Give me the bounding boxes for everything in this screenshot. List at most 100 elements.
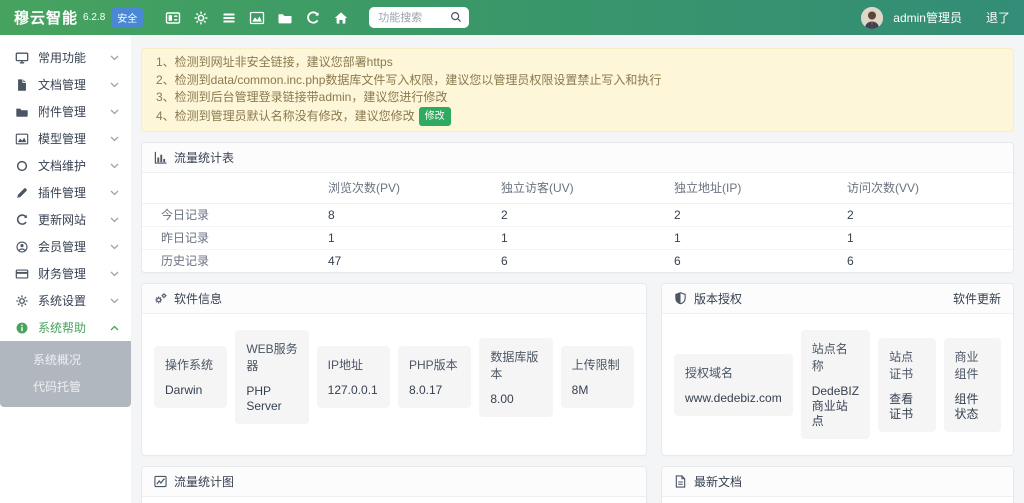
license-boxes: 授权域名 www.dedebiz.com 站点名称 DedeBIZ商业站点 站点… — [662, 314, 1013, 455]
sidebar-item-plugins[interactable]: 插件管理 — [0, 179, 131, 206]
alert-line: 2、检测到data/common.inc.php数据库文件写入权限，建议您以管理… — [156, 72, 999, 90]
license-box-cert: 站点证书 查看证书 — [878, 338, 935, 432]
card-title: 流量统计图 — [174, 473, 234, 490]
logout-button[interactable]: 退了 — [986, 9, 1010, 26]
info-value: 8.00 — [490, 392, 541, 407]
sidebar-item-label: 附件管理 — [38, 103, 110, 120]
info-box-os: 操作系统 Darwin — [154, 346, 227, 408]
info-label: PHP版本 — [409, 356, 460, 373]
cell-value: 47 — [328, 249, 501, 272]
chevron-down-icon — [110, 244, 119, 250]
cell-value: 2 — [674, 203, 847, 226]
sidebar-item-attachments[interactable]: 附件管理 — [0, 98, 131, 125]
sidebar-item-finance[interactable]: 财务管理 — [0, 260, 131, 287]
line-chart-icon — [154, 475, 167, 488]
column-header-pv: 浏览次数(PV) — [328, 173, 501, 203]
info-value: PHP Server — [246, 384, 297, 414]
software-info-header: 软件信息 — [142, 284, 646, 314]
row-label: 昨日记录 — [142, 226, 328, 249]
info-box-upload: 上传限制 8M — [561, 346, 634, 408]
info-label: 数据库版本 — [490, 348, 541, 382]
version-label: 6.2.8 — [83, 12, 105, 23]
component-status-link[interactable]: 组件状态 — [955, 392, 990, 422]
sidebar-item-documents[interactable]: 文档管理 — [0, 71, 131, 98]
sidebar-item-help[interactable]: 系统帮助 — [0, 314, 131, 341]
sidebar-item-label: 模型管理 — [38, 130, 110, 147]
submenu-item-system-overview[interactable]: 系统概况 — [0, 347, 131, 374]
refresh-icon — [15, 213, 29, 227]
detail-panel-icon[interactable] — [165, 10, 181, 26]
info-value: 127.0.0.1 — [328, 383, 379, 398]
cell-value: 1 — [328, 226, 501, 249]
username-label[interactable]: admin管理员 — [893, 9, 962, 26]
monitor-icon — [15, 51, 29, 65]
license-box-domain: 授权域名 www.dedebiz.com — [674, 354, 793, 416]
sidebar-item-label: 常用功能 — [38, 49, 110, 66]
chevron-down-icon — [110, 55, 119, 61]
document-badge-icon — [674, 475, 687, 488]
security-badge[interactable]: 安全 — [111, 8, 143, 27]
menu-icon[interactable] — [221, 10, 237, 26]
sidebar-item-common[interactable]: 常用功能 — [0, 44, 131, 71]
submenu-item-code-hosting[interactable]: 代码托管 — [0, 374, 131, 401]
info-box-db: 数据库版本 8.00 — [479, 338, 552, 417]
search-icon[interactable] — [449, 10, 463, 24]
chevron-down-icon — [110, 190, 119, 196]
chevron-down-icon — [110, 136, 119, 142]
software-update-link[interactable]: 软件更新 — [953, 290, 1001, 307]
latest-docs-header: 最新文档 — [662, 467, 1013, 497]
bar-chart-icon — [154, 151, 167, 164]
credit-card-icon — [15, 267, 29, 281]
info-label: IP地址 — [328, 356, 379, 373]
sidebar-item-settings[interactable]: 系统设置 — [0, 287, 131, 314]
security-alert: 1、检测到网址非安全链接，建议您部署https 2、检测到data/common… — [141, 48, 1014, 132]
alert-line: 1、检测到网址非安全链接，建议您部署https — [156, 54, 999, 72]
info-box-ip: IP地址 127.0.0.1 — [317, 346, 390, 408]
gear-icon[interactable] — [193, 10, 209, 26]
pen-icon — [15, 186, 29, 200]
gear-icon — [15, 294, 29, 308]
topbar-icon-group — [165, 10, 349, 26]
fix-button[interactable]: 修改 — [419, 107, 451, 127]
avatar[interactable] — [861, 7, 883, 29]
cell-value: 1 — [501, 226, 674, 249]
sidebar-item-update-site[interactable]: 更新网站 — [0, 206, 131, 233]
chart-image-icon — [15, 132, 29, 146]
sidebar-item-label: 系统帮助 — [38, 319, 110, 336]
table-row: 昨日记录 1 1 1 1 — [142, 226, 1013, 249]
cell-value: 8 — [328, 203, 501, 226]
license-box-component: 商业组件 组件状态 — [944, 338, 1001, 432]
column-header-vv: 访问次数(VV) — [847, 173, 1013, 203]
license-header: 版本授权 软件更新 — [662, 284, 1013, 314]
card-title: 最新文档 — [694, 473, 742, 490]
card-title: 软件信息 — [174, 290, 222, 307]
info-value: 8M — [572, 383, 623, 398]
refresh-icon[interactable] — [305, 10, 321, 26]
help-submenu: 系统概况 代码托管 — [0, 341, 131, 407]
sidebar-item-maintenance[interactable]: 文档维护 — [0, 152, 131, 179]
latest-docs-card: 最新文档 这是一篇测试文章60000 2023-05-15 这是一篇测试文章59… — [661, 466, 1014, 503]
software-info-card: 软件信息 操作系统 Darwin WEB服务器 PHP Server IP地址 … — [141, 283, 647, 456]
chevron-up-icon — [110, 325, 119, 331]
chart-image-icon[interactable] — [249, 10, 265, 26]
card-title: 流量统计表 — [174, 149, 234, 166]
info-label: 站点证书 — [889, 348, 924, 382]
brand-logo: 穆云智能 — [14, 7, 78, 28]
cell-value: 1 — [847, 226, 1013, 249]
sidebar: 常用功能 文档管理 附件管理 模型管理 文档维护 插件管理 更新网站 会员管理 — [0, 35, 131, 503]
chevron-down-icon — [110, 163, 119, 169]
folder-icon[interactable] — [277, 10, 293, 26]
chevron-down-icon — [110, 271, 119, 277]
sidebar-item-members[interactable]: 会员管理 — [0, 233, 131, 260]
view-cert-link[interactable]: 查看证书 — [889, 392, 924, 422]
sidebar-item-models[interactable]: 模型管理 — [0, 125, 131, 152]
main-content: 1、检测到网址非安全链接，建议您部署https 2、检测到data/common… — [131, 35, 1024, 503]
search-box — [369, 7, 469, 28]
chevron-down-icon — [110, 82, 119, 88]
cell-value: 6 — [847, 249, 1013, 272]
traffic-chart: 2520151050 — [142, 497, 646, 503]
table-header-row: 浏览次数(PV) 独立访客(UV) 独立地址(IP) 访问次数(VV) — [142, 173, 1013, 203]
home-icon[interactable] — [333, 10, 349, 26]
table-row: 历史记录 47 6 6 6 — [142, 249, 1013, 272]
license-box-sitename: 站点名称 DedeBIZ商业站点 — [801, 330, 870, 439]
